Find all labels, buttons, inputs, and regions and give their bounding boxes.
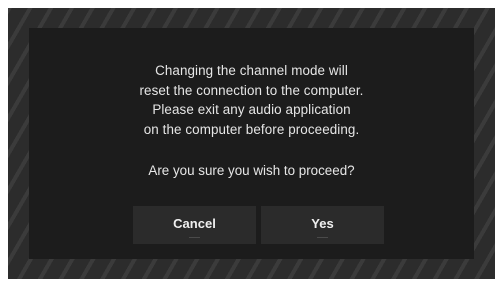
dialog-message: Changing the channel mode will reset the… [29,61,474,139]
confirm-dialog: Changing the channel mode will reset the… [29,28,474,259]
button-indicator [317,237,328,238]
message-line: on the computer before proceeding. [143,121,360,137]
cancel-button-label: Cancel [173,216,216,231]
button-indicator [189,237,200,238]
message-line: Please exit any audio application [152,102,351,117]
yes-button-label: Yes [311,216,334,231]
cancel-button[interactable]: Cancel [133,206,256,244]
background-frame: Changing the channel mode will reset the… [8,8,495,279]
dialog-question: Are you sure you wish to proceed? [148,163,355,178]
message-line: Changing the channel mode will [155,63,348,78]
yes-button[interactable]: Yes [261,206,384,244]
message-line: reset the connection to the computer. [139,82,364,98]
